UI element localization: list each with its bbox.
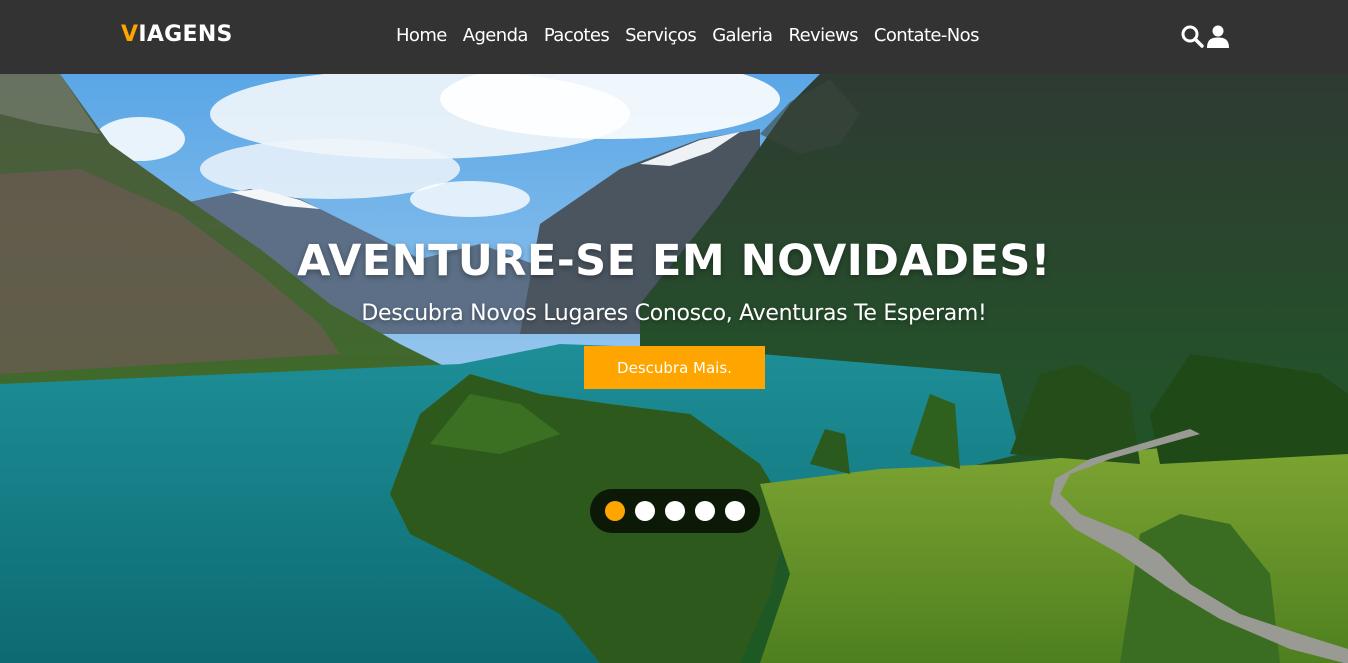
header-icons [1180, 24, 1230, 48]
slider-dot-3[interactable] [665, 501, 685, 521]
site-header: VIAGENS Home Agenda Pacotes Serviços Gal… [0, 0, 1348, 74]
slider-dot-5[interactable] [725, 501, 745, 521]
logo-accent-letter: V [121, 22, 139, 47]
slider-dot-1[interactable] [605, 501, 625, 521]
nav-contate-nos[interactable]: Contate-Nos [874, 25, 980, 46]
nav-galeria[interactable]: Galeria [712, 25, 773, 46]
nav-pacotes[interactable]: Pacotes [544, 25, 610, 46]
main-nav: Home Agenda Pacotes Serviços Galeria Rev… [396, 25, 979, 46]
logo-text: IAGENS [138, 22, 233, 47]
nav-servicos[interactable]: Serviços [625, 25, 697, 46]
slider-dot-2[interactable] [635, 501, 655, 521]
discover-more-button[interactable]: Descubra Mais. [584, 346, 765, 389]
search-icon[interactable] [1180, 24, 1204, 48]
hero-subtitle: Descubra Novos Lugares Conosco, Aventura… [361, 301, 987, 326]
user-icon[interactable] [1206, 24, 1230, 48]
slider-dot-4[interactable] [695, 501, 715, 521]
slider-pagination [590, 489, 760, 533]
logo[interactable]: VIAGENS [121, 22, 233, 47]
nav-reviews[interactable]: Reviews [788, 25, 858, 46]
hero-title: AVENTURE-SE EM NOVIDADES! [297, 236, 1051, 286]
nav-agenda[interactable]: Agenda [463, 25, 529, 46]
hero-slider: AVENTURE-SE EM NOVIDADES! Descubra Novos… [0, 74, 1348, 663]
nav-home[interactable]: Home [396, 25, 447, 46]
